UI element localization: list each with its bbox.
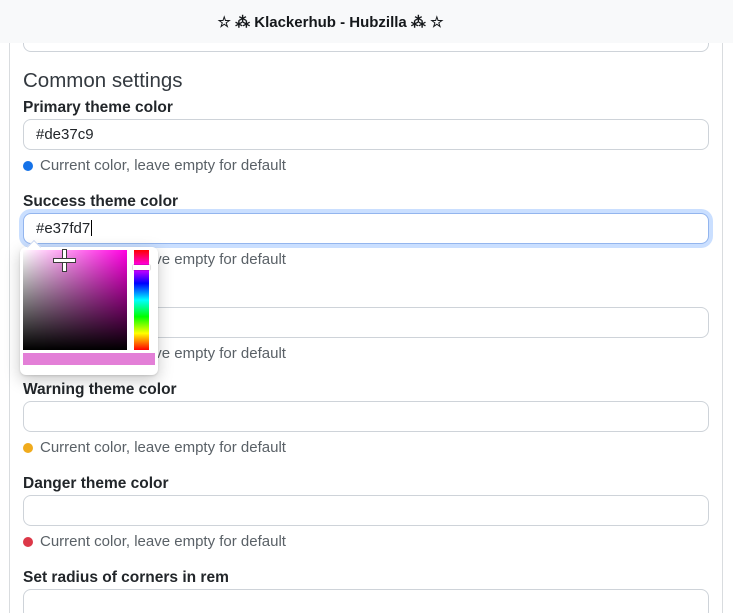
primary-hint-text: Current color, leave empty for default (40, 158, 286, 174)
corner-radius-label: Set radius of corners in rem (23, 570, 709, 586)
danger-hint-text: Current color, leave empty for default (40, 534, 286, 550)
field-group-danger: Danger theme color Current color, leave … (23, 476, 709, 550)
warning-current-color-row: Current color, leave empty for default (23, 440, 709, 456)
danger-current-color-row: Current color, leave empty for default (23, 534, 709, 550)
primary-color-label: Primary theme color (23, 100, 709, 116)
primary-color-input[interactable] (23, 119, 709, 150)
primary-color-dot (23, 161, 33, 171)
field-group-radius: Set radius of corners in rem (23, 570, 709, 613)
field-group-warning: Warning theme color Current color, leave… (23, 382, 709, 456)
color-picker-popup (20, 247, 158, 375)
danger-color-label: Danger theme color (23, 476, 709, 492)
field-group-success: Success theme color #e37fd7 Current colo… (23, 194, 709, 268)
text-caret (91, 220, 92, 236)
warning-color-dot (23, 443, 33, 453)
settings-panel: Common settings Primary theme color Curr… (9, 43, 723, 613)
danger-color-input[interactable] (23, 495, 709, 526)
hue-strip[interactable] (134, 250, 149, 350)
site-title: ☆ ⁂ Klackerhub - Hubzilla ⁂ ☆ (217, 13, 443, 31)
corner-radius-input[interactable] (23, 589, 709, 613)
success-color-label: Success theme color (23, 194, 709, 210)
hue-slider-handle[interactable] (133, 265, 150, 270)
primary-current-color-row: Current color, leave empty for default (23, 158, 709, 174)
top-navbar: ☆ ⁂ Klackerhub - Hubzilla ⁂ ☆ (0, 0, 733, 43)
success-color-input[interactable]: #e37fd7 (23, 213, 709, 244)
warning-hint-text: Current color, leave empty for default (40, 440, 286, 456)
danger-color-dot (23, 537, 33, 547)
current-color-preview-bar (23, 353, 155, 365)
warning-color-label: Warning theme color (23, 382, 709, 398)
field-group-primary: Primary theme color Current color, leave… (23, 100, 709, 174)
warning-color-input[interactable] (23, 401, 709, 432)
success-color-value: #e37fd7 (36, 220, 90, 237)
picker-crosshair-cursor[interactable] (54, 250, 75, 271)
saturation-value-square[interactable] (23, 250, 127, 350)
